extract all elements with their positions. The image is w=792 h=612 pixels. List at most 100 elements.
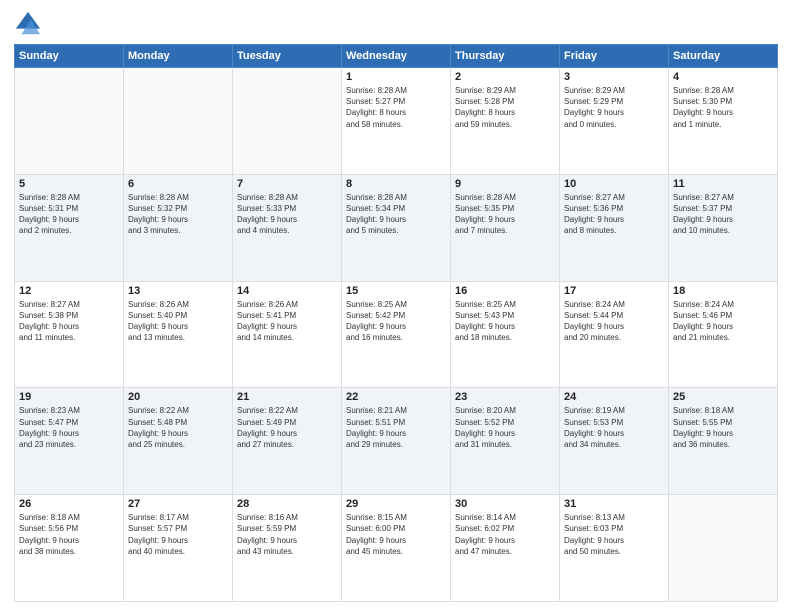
day-number: 25 [673,391,773,403]
day-number: 5 [19,178,119,190]
day-number: 10 [564,178,664,190]
day-info: Sunrise: 8:25 AM Sunset: 5:43 PM Dayligh… [455,299,555,344]
day-info: Sunrise: 8:26 AM Sunset: 5:41 PM Dayligh… [237,299,337,344]
day-number: 27 [128,498,228,510]
calendar-week-1: 1 Sunrise: 8:28 AM Sunset: 5:27 PM Daylig… [15,68,778,175]
day-info: Sunrise: 8:28 AM Sunset: 5:34 PM Dayligh… [346,192,446,237]
day-info: Sunrise: 8:29 AM Sunset: 5:28 PM Dayligh… [455,85,555,130]
day-number: 31 [564,498,664,510]
calendar-cell: 22 Sunrise: 8:21 AM Sunset: 5:51 PM Dayli… [342,388,451,495]
day-number: 22 [346,391,446,403]
day-info: Sunrise: 8:27 AM Sunset: 5:36 PM Dayligh… [564,192,664,237]
calendar-cell: 30 Sunrise: 8:14 AM Sunset: 6:02 PM Dayli… [451,495,560,602]
calendar-cell: 10 Sunrise: 8:27 AM Sunset: 5:36 PM Dayli… [560,174,669,281]
day-info: Sunrise: 8:27 AM Sunset: 5:37 PM Dayligh… [673,192,773,237]
calendar-cell: 26Sunrise: 8:18 AM Sunset: 5:56 PM Dayli… [15,495,124,602]
day-number: 28 [237,498,337,510]
calendar-header-row: SundayMondayTuesdayWednesdayThursdayFrid… [15,45,778,68]
col-header-saturday: Saturday [669,45,778,68]
calendar-cell: 12Sunrise: 8:27 AM Sunset: 5:38 PM Dayli… [15,281,124,388]
day-number: 16 [455,285,555,297]
col-header-sunday: Sunday [15,45,124,68]
calendar-cell: 13Sunrise: 8:26 AM Sunset: 5:40 PM Dayli… [124,281,233,388]
day-info: Sunrise: 8:28 AM Sunset: 5:27 PM Dayligh… [346,85,446,130]
day-info: Sunrise: 8:19 AM Sunset: 5:53 PM Dayligh… [564,405,664,450]
calendar-cell: 25 Sunrise: 8:18 AM Sunset: 5:55 PM Dayli… [669,388,778,495]
day-info: Sunrise: 8:14 AM Sunset: 6:02 PM Dayligh… [455,512,555,557]
day-number: 9 [455,178,555,190]
day-info: Sunrise: 8:24 AM Sunset: 5:44 PM Dayligh… [564,299,664,344]
calendar-week-4: 19Sunrise: 8:23 AM Sunset: 5:47 PM Dayli… [15,388,778,495]
col-header-thursday: Thursday [451,45,560,68]
calendar-cell: 1 Sunrise: 8:28 AM Sunset: 5:27 PM Daylig… [342,68,451,175]
day-info: Sunrise: 8:25 AM Sunset: 5:42 PM Dayligh… [346,299,446,344]
day-info: Sunrise: 8:24 AM Sunset: 5:46 PM Dayligh… [673,299,773,344]
calendar-cell: 16 Sunrise: 8:25 AM Sunset: 5:43 PM Dayli… [451,281,560,388]
day-number: 30 [455,498,555,510]
calendar-cell: 23 Sunrise: 8:20 AM Sunset: 5:52 PM Dayli… [451,388,560,495]
calendar-cell: 7Sunrise: 8:28 AM Sunset: 5:33 PM Daylig… [233,174,342,281]
day-number: 26 [19,498,119,510]
col-header-friday: Friday [560,45,669,68]
page: SundayMondayTuesdayWednesdayThursdayFrid… [0,0,792,612]
day-info: Sunrise: 8:22 AM Sunset: 5:49 PM Dayligh… [237,405,337,450]
calendar-cell: 28 Sunrise: 8:16 AM Sunset: 5:59 PM Dayli… [233,495,342,602]
day-info: Sunrise: 8:29 AM Sunset: 5:29 PM Dayligh… [564,85,664,130]
day-info: Sunrise: 8:28 AM Sunset: 5:32 PM Dayligh… [128,192,228,237]
calendar-cell: 20Sunrise: 8:22 AM Sunset: 5:48 PM Dayli… [124,388,233,495]
calendar-cell [15,68,124,175]
calendar-cell: 15 Sunrise: 8:25 AM Sunset: 5:42 PM Dayli… [342,281,451,388]
calendar-cell: 29 Sunrise: 8:15 AM Sunset: 6:00 PM Dayli… [342,495,451,602]
col-header-wednesday: Wednesday [342,45,451,68]
calendar-cell: 21 Sunrise: 8:22 AM Sunset: 5:49 PM Dayli… [233,388,342,495]
logo-icon [14,10,42,38]
calendar-cell: 9 Sunrise: 8:28 AM Sunset: 5:35 PM Daylig… [451,174,560,281]
day-number: 18 [673,285,773,297]
day-number: 24 [564,391,664,403]
day-number: 4 [673,71,773,83]
day-number: 29 [346,498,446,510]
calendar-cell: 8 Sunrise: 8:28 AM Sunset: 5:34 PM Daylig… [342,174,451,281]
calendar-cell: 27 Sunrise: 8:17 AM Sunset: 5:57 PM Dayli… [124,495,233,602]
day-info: Sunrise: 8:18 AM Sunset: 5:55 PM Dayligh… [673,405,773,450]
day-info: Sunrise: 8:23 AM Sunset: 5:47 PM Dayligh… [19,405,119,450]
day-info: Sunrise: 8:17 AM Sunset: 5:57 PM Dayligh… [128,512,228,557]
calendar-cell: 5 Sunrise: 8:28 AM Sunset: 5:31 PM Daylig… [15,174,124,281]
day-number: 11 [673,178,773,190]
day-number: 15 [346,285,446,297]
calendar-table: SundayMondayTuesdayWednesdayThursdayFrid… [14,44,778,602]
calendar-cell [233,68,342,175]
calendar-cell: 4 Sunrise: 8:28 AM Sunset: 5:30 PM Daylig… [669,68,778,175]
day-info: Sunrise: 8:28 AM Sunset: 5:30 PM Dayligh… [673,85,773,130]
day-number: 8 [346,178,446,190]
calendar-cell: 18 Sunrise: 8:24 AM Sunset: 5:46 PM Dayli… [669,281,778,388]
day-info: Sunrise: 8:26 AM Sunset: 5:40 PM Dayligh… [128,299,228,344]
day-info: Sunrise: 8:16 AM Sunset: 5:59 PM Dayligh… [237,512,337,557]
day-info: Sunrise: 8:15 AM Sunset: 6:00 PM Dayligh… [346,512,446,557]
day-info: Sunrise: 8:20 AM Sunset: 5:52 PM Dayligh… [455,405,555,450]
day-number: 1 [346,71,446,83]
calendar-cell: 6 Sunrise: 8:28 AM Sunset: 5:32 PM Daylig… [124,174,233,281]
calendar-cell: 3 Sunrise: 8:29 AM Sunset: 5:29 PM Daylig… [560,68,669,175]
calendar-cell: 31Sunrise: 8:13 AM Sunset: 6:03 PM Dayli… [560,495,669,602]
calendar-cell: 14 Sunrise: 8:26 AM Sunset: 5:41 PM Dayli… [233,281,342,388]
day-info: Sunrise: 8:28 AM Sunset: 5:35 PM Dayligh… [455,192,555,237]
col-header-tuesday: Tuesday [233,45,342,68]
day-number: 6 [128,178,228,190]
calendar-cell [124,68,233,175]
calendar-cell: 24 Sunrise: 8:19 AM Sunset: 5:53 PM Dayli… [560,388,669,495]
day-info: Sunrise: 8:22 AM Sunset: 5:48 PM Dayligh… [128,405,228,450]
day-number: 17 [564,285,664,297]
day-info: Sunrise: 8:28 AM Sunset: 5:31 PM Dayligh… [19,192,119,237]
day-info: Sunrise: 8:21 AM Sunset: 5:51 PM Dayligh… [346,405,446,450]
day-info: Sunrise: 8:27 AM Sunset: 5:38 PM Dayligh… [19,299,119,344]
day-number: 21 [237,391,337,403]
day-number: 3 [564,71,664,83]
calendar-cell: 19Sunrise: 8:23 AM Sunset: 5:47 PM Dayli… [15,388,124,495]
header [14,10,778,38]
calendar-cell [669,495,778,602]
logo [14,10,46,38]
calendar-cell: 11 Sunrise: 8:27 AM Sunset: 5:37 PM Dayli… [669,174,778,281]
day-number: 14 [237,285,337,297]
day-number: 23 [455,391,555,403]
